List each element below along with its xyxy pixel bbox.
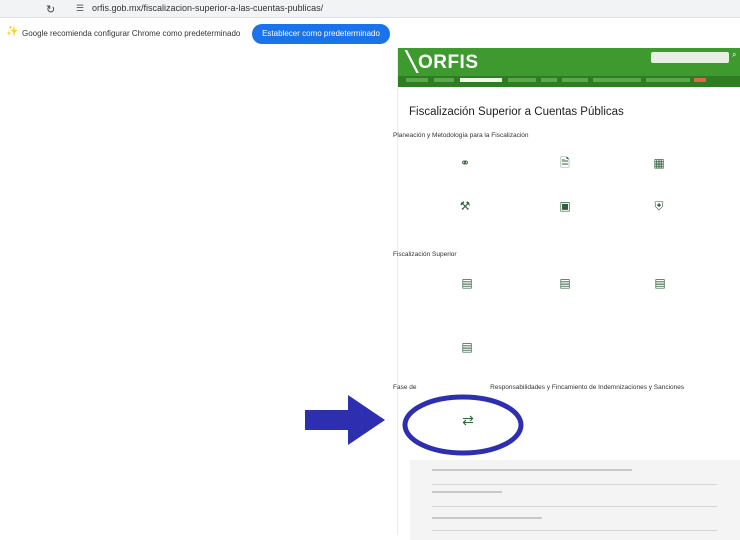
nav-item[interactable] (646, 78, 690, 82)
browser-toolbar: ↻ ☰ orfis.gob.mx/fiscalizacion-superior-… (0, 0, 740, 18)
handshake-icon[interactable]: ⚭ (457, 155, 473, 171)
site-nav-bar (398, 76, 740, 87)
report-icon[interactable]: ▤ (459, 339, 475, 355)
nav-item[interactable] (593, 78, 641, 82)
report-icon[interactable]: ▤ (459, 275, 475, 291)
default-browser-infobar: ✨ Google recomienda configurar Chrome co… (0, 19, 740, 51)
divider (432, 506, 717, 507)
annotation-arrow-icon (305, 395, 385, 445)
document-link[interactable] (432, 517, 542, 519)
image-icon[interactable]: ▣ (557, 198, 573, 214)
orfis-page: ╲ORFIS ⌕ Fiscalización Superior a Cuenta… (393, 48, 740, 540)
chrome-tip-icon: ✨ (6, 26, 19, 37)
nav-item[interactable] (508, 78, 536, 82)
nav-item-highlight[interactable] (694, 78, 706, 82)
shield-icon[interactable]: ⛨ (651, 198, 667, 214)
section-title-fase: Fase de Responsabilidades y Fincamiento … (393, 384, 684, 391)
document-list-panel (410, 460, 740, 540)
section-title-fiscalizacion: Fiscalización Superior (393, 251, 457, 258)
site-search-input[interactable] (651, 52, 729, 63)
nav-item[interactable] (541, 78, 557, 82)
logo-text: ORFIS (417, 52, 479, 73)
document-icon[interactable]: 🗎 (557, 155, 573, 171)
page-title: Fiscalización Superior a Cuentas Pública… (409, 106, 624, 118)
divider (432, 484, 717, 485)
divider (432, 530, 717, 531)
nav-item[interactable] (406, 78, 428, 82)
gavel-icon[interactable]: ⚒ (457, 198, 473, 214)
site-header: ╲ORFIS ⌕ (398, 48, 740, 76)
section-title-fase-right: Responsabilidades y Fincamiento de Indem… (490, 384, 685, 391)
search-icon[interactable]: ⌕ (732, 50, 736, 60)
set-default-button[interactable]: Establecer como predeterminado (252, 24, 390, 44)
nav-item-active[interactable] (460, 78, 502, 82)
nav-item[interactable] (562, 78, 588, 82)
report-icon[interactable]: ▤ (557, 275, 573, 291)
infobar-message: Google recomienda configurar Chrome como… (22, 29, 241, 38)
nav-item[interactable] (434, 78, 454, 82)
orfis-logo[interactable]: ╲ORFIS (406, 51, 479, 74)
logo-swoosh-icon: ╲ (406, 52, 418, 73)
reload-icon[interactable]: ↻ (46, 3, 55, 16)
address-bar[interactable]: orfis.gob.mx/fiscalizacion-superior-a-la… (92, 3, 323, 13)
document-link[interactable] (432, 491, 502, 493)
report-icon[interactable]: ▤ (652, 275, 668, 291)
section-title-fase-left: Fase de (393, 384, 417, 391)
annotation-ellipse (402, 394, 524, 456)
section-title-planeacion: Planeación y Metodología para la Fiscali… (393, 132, 529, 139)
calendar-icon[interactable]: ▦ (651, 155, 667, 171)
site-settings-icon[interactable]: ☰ (76, 3, 84, 14)
document-link[interactable] (432, 469, 632, 471)
